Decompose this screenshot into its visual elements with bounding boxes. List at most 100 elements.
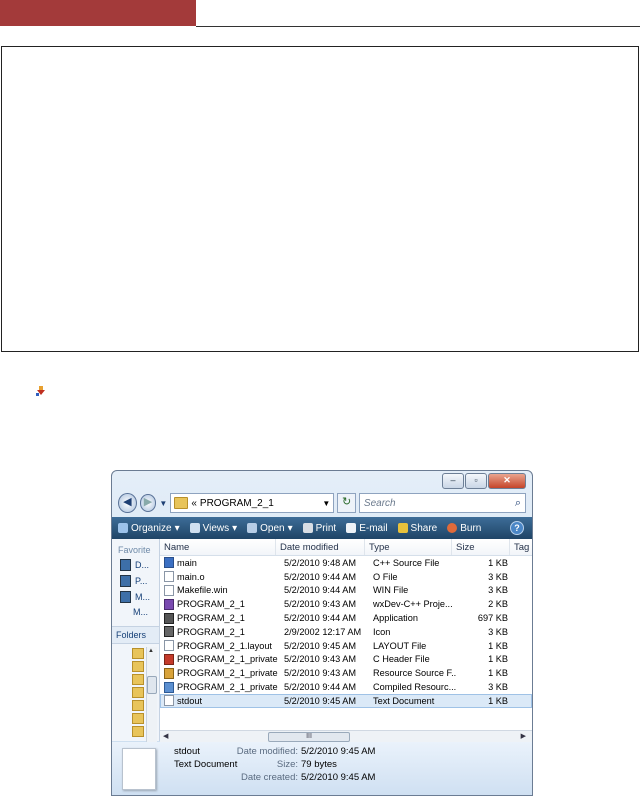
address-row: ◀ ▶ ▼ « PROGRAM_2_1 ▼ ↻ Search ⌕ <box>118 491 527 515</box>
file-row-selected[interactable]: stdout 5/2/2010 9:45 AM Text Document 1 … <box>160 693 532 708</box>
header-file-icon <box>164 653 174 665</box>
address-bar[interactable]: « PROGRAM_2_1 ▼ <box>170 493 335 513</box>
views-button[interactable]: Views ▾ <box>189 523 237 534</box>
search-placeholder: Search <box>363 497 396 509</box>
favorites-header[interactable]: Favorite <box>112 539 159 555</box>
favorite-item-3[interactable]: M... <box>112 587 159 603</box>
file-row[interactable]: PROGRAM_2_1_private 5/2/2010 9:44 AM Com… <box>160 680 532 694</box>
address-chevron[interactable]: « <box>191 498 197 509</box>
scroll-right-icon[interactable]: ▶ <box>521 732 526 740</box>
file-date: 5/2/2010 9:45 AM <box>284 695 357 706</box>
column-header-type[interactable]: Type <box>365 539 452 555</box>
horizontal-scrollbar[interactable]: ◀ III ▶ <box>160 730 532 742</box>
icon-file-icon <box>164 626 174 638</box>
caption-buttons: – ▫ ✕ <box>442 473 526 489</box>
share-label: Share <box>410 522 438 534</box>
help-button[interactable]: ? <box>510 521 524 535</box>
file-row[interactable]: main.o 5/2/2010 9:44 AM O File 3 KB <box>160 570 532 584</box>
compiled-resource-icon <box>164 681 174 693</box>
project-file-icon <box>164 598 174 610</box>
file-type: Application <box>373 613 418 624</box>
scroll-left-icon[interactable]: ◀ <box>163 732 168 740</box>
tree-scroll-thumb[interactable] <box>147 676 157 694</box>
folder-icon[interactable] <box>132 687 144 698</box>
small-arrow-icon <box>36 386 45 396</box>
file-row[interactable]: PROGRAM_2_1 5/2/2010 9:44 AM Application… <box>160 611 532 625</box>
email-button[interactable]: E-mail <box>346 523 388 534</box>
file-size: 3 KB <box>488 571 508 582</box>
blank-file-icon <box>164 640 174 652</box>
share-icon <box>397 523 408 533</box>
organize-label: Organize <box>131 522 172 534</box>
file-row[interactable]: main 5/2/2010 9:48 AM C++ Source File 1 … <box>160 556 532 570</box>
folders-header[interactable]: Folders <box>112 626 159 644</box>
maximize-button[interactable]: ▫ <box>465 473 487 489</box>
document-preview-icon <box>122 748 156 790</box>
folder-icon <box>174 497 189 509</box>
file-date: 5/2/2010 9:48 AM <box>284 557 357 568</box>
file-size: 697 KB <box>477 613 508 624</box>
file-row[interactable]: PROGRAM_2_1 5/2/2010 9:43 AM wxDev-C++ P… <box>160 597 532 611</box>
blank-file-icon <box>164 571 174 583</box>
column-header-row: Name Date modified Type Size Tag <box>160 539 532 556</box>
file-type: WIN File <box>373 585 409 596</box>
print-button[interactable]: Print <box>302 523 336 534</box>
views-icon <box>189 523 200 533</box>
details-size-label: Size: <box>276 759 298 770</box>
close-button[interactable]: ✕ <box>488 473 526 489</box>
burn-label: Burn <box>460 522 482 534</box>
folder-tree: ▲ <box>112 644 159 744</box>
file-date: 5/2/2010 9:45 AM <box>284 640 357 651</box>
open-button[interactable]: Open ▾ <box>247 523 293 534</box>
folder-icon[interactable] <box>132 726 144 737</box>
file-size: 1 KB <box>488 557 508 568</box>
organize-icon <box>118 523 128 533</box>
address-dropdown-icon[interactable]: ▼ <box>322 499 333 508</box>
burn-button[interactable]: Burn <box>447 523 481 534</box>
scroll-up-icon[interactable]: ▲ <box>148 648 154 654</box>
tree-scrollbar[interactable] <box>146 647 157 744</box>
open-label: Open <box>260 522 285 534</box>
file-row[interactable]: PROGRAM_2_1_private 5/2/2010 9:43 AM Res… <box>160 666 532 680</box>
folder-icon[interactable] <box>132 648 144 659</box>
forward-button[interactable]: ▶ <box>139 494 157 512</box>
file-name: PROGRAM_2_1 <box>177 626 245 637</box>
minimize-button[interactable]: – <box>442 473 464 489</box>
history-dropdown-icon[interactable]: ▼ <box>159 499 167 508</box>
refresh-button[interactable]: ↻ <box>337 493 356 513</box>
music-icon <box>120 591 131 603</box>
search-input[interactable]: Search ⌕ <box>358 493 527 513</box>
file-type: C Header File <box>373 654 430 665</box>
favorite-label: D... <box>135 560 150 570</box>
explorer-window: – ▫ ✕ ◀ ▶ ▼ « PROGRAM_2_1 ▼ ↻ Search ⌕ O… <box>111 470 533 796</box>
organize-button[interactable]: Organize ▾ <box>118 523 180 534</box>
file-date: 5/2/2010 9:44 AM <box>284 585 357 596</box>
file-row[interactable]: Makefile.win 5/2/2010 9:44 AM WIN File 3… <box>160 584 532 598</box>
file-row[interactable]: PROGRAM_2_1_private 5/2/2010 9:43 AM C H… <box>160 653 532 667</box>
column-header-name[interactable]: Name <box>160 539 276 555</box>
favorite-label: M... <box>135 592 150 602</box>
details-size: 79 bytes <box>301 759 337 770</box>
file-row[interactable]: PROGRAM_2_1.layout 5/2/2010 9:45 AM LAYO… <box>160 639 532 653</box>
favorite-label: M... <box>133 607 148 617</box>
file-size: 1 KB <box>488 668 508 679</box>
favorite-item-1[interactable]: D... <box>112 555 159 571</box>
back-button[interactable]: ◀ <box>118 493 137 513</box>
command-bar: Organize ▾ Views ▾ Open ▾ Print E-mail S… <box>112 517 532 539</box>
search-icon[interactable]: ⌕ <box>515 497 521 510</box>
scroll-thumb[interactable]: III <box>268 732 350 742</box>
folder-icon[interactable] <box>132 700 144 711</box>
column-header-size[interactable]: Size <box>452 539 510 555</box>
file-date: 5/2/2010 9:43 AM <box>284 668 357 679</box>
file-row[interactable]: PROGRAM_2_1 2/9/2002 12:17 AM Icon 3 KB <box>160 625 532 639</box>
file-size: 3 KB <box>488 585 508 596</box>
folder-icon[interactable] <box>132 661 144 672</box>
folder-icon[interactable] <box>132 674 144 685</box>
share-button[interactable]: Share <box>397 522 438 534</box>
favorite-item-4[interactable]: M... <box>112 603 159 617</box>
favorite-item-2[interactable]: P... <box>112 571 159 587</box>
folder-icon[interactable] <box>132 713 144 724</box>
column-header-tag[interactable]: Tag <box>510 539 532 555</box>
column-header-date[interactable]: Date modified <box>276 539 365 555</box>
file-date: 2/9/2002 12:17 AM <box>284 626 362 637</box>
